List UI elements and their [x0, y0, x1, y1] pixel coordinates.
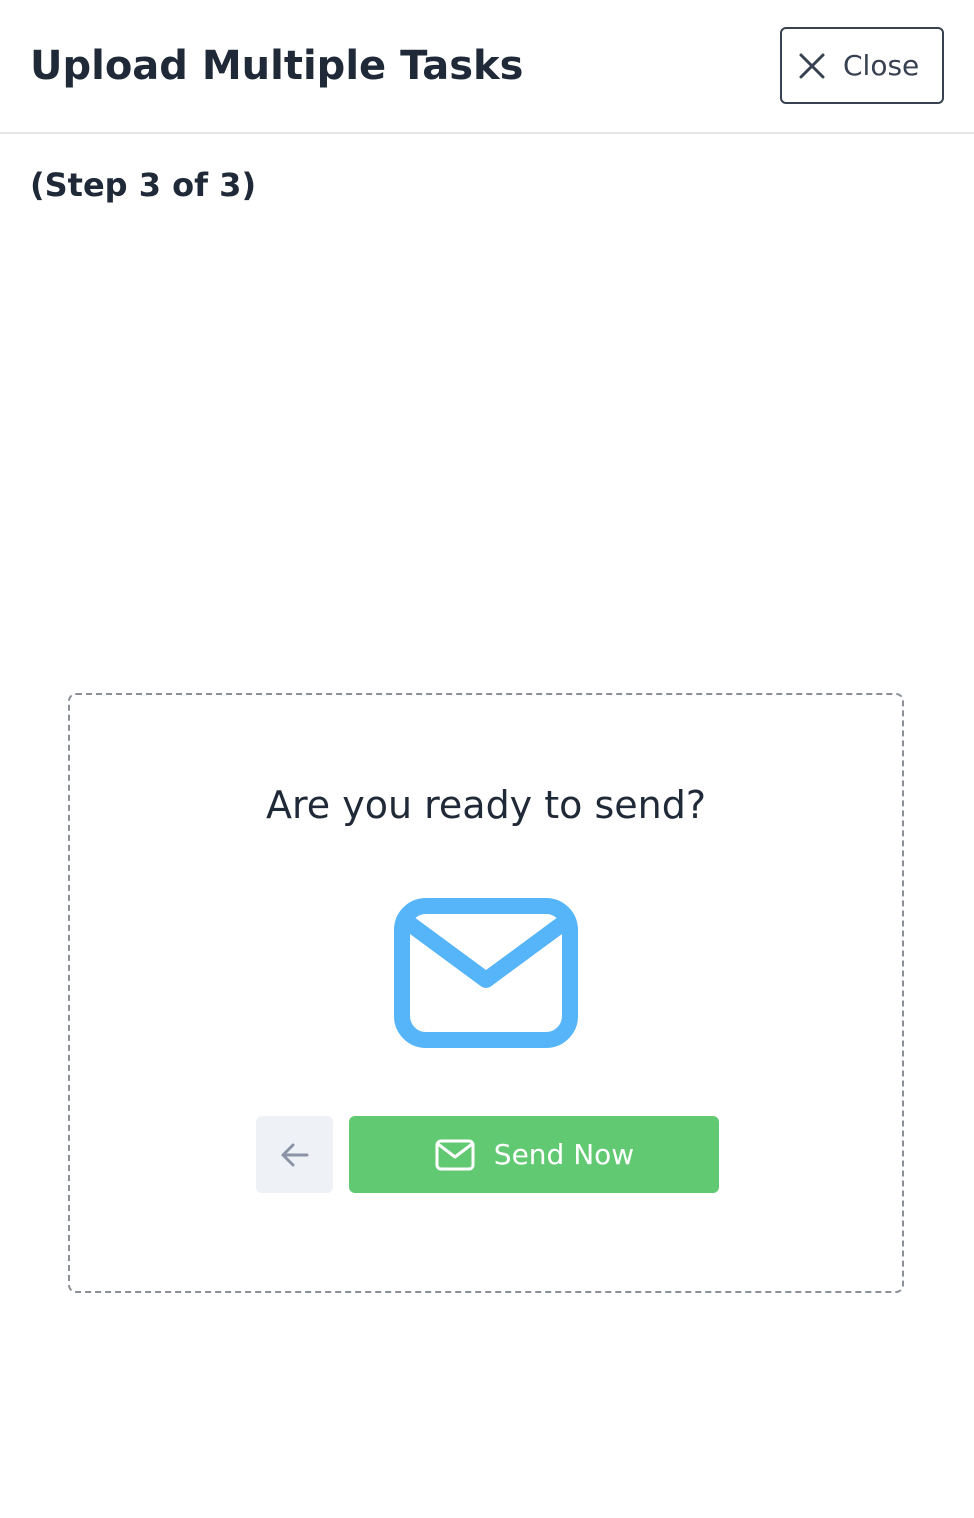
send-now-button[interactable]: Send Now: [349, 1116, 719, 1193]
send-confirmation-card: Are you ready to send? Send Now: [68, 693, 904, 1293]
envelope-icon: [434, 1138, 476, 1172]
send-now-label: Send Now: [493, 1138, 635, 1171]
back-button[interactable]: [256, 1116, 333, 1193]
close-icon: [797, 51, 827, 81]
close-button-label: Close: [843, 49, 920, 82]
step-indicator: (Step 3 of 3): [30, 166, 257, 204]
modal-header: Upload Multiple Tasks Close: [0, 0, 974, 134]
page-title: Upload Multiple Tasks: [30, 43, 524, 89]
arrow-left-icon: [278, 1138, 312, 1172]
close-button[interactable]: Close: [780, 27, 944, 104]
envelope-icon: [394, 898, 582, 1054]
confirmation-question: Are you ready to send?: [265, 783, 707, 827]
